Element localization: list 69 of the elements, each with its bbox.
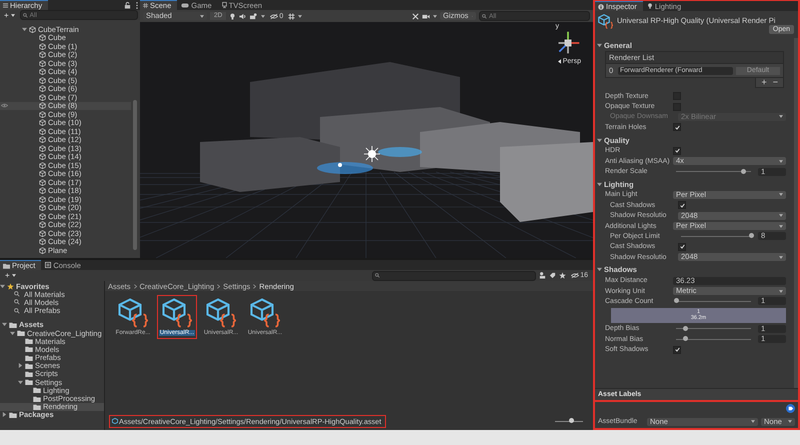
bulb-icon — [646, 3, 653, 9]
add-button[interactable]: + — [3, 271, 18, 280]
checkbox[interactable] — [673, 123, 681, 132]
remove-button[interactable]: − — [772, 78, 778, 87]
info-icon — [598, 4, 604, 10]
search-icon — [22, 12, 28, 18]
expand-arrow-icon[interactable] — [597, 43, 602, 48]
slider-thumb[interactable] — [748, 233, 754, 238]
grid-icon — [143, 3, 148, 8]
search-icon — [14, 291, 20, 298]
expand-arrow-icon[interactable] — [10, 330, 15, 336]
expand-arrow-icon[interactable] — [18, 380, 23, 385]
checkbox[interactable] — [678, 201, 686, 210]
eye-slash-icon — [571, 273, 580, 278]
asset-icon — [118, 298, 148, 328]
slider-thumb[interactable] — [682, 336, 688, 342]
list-icon — [3, 3, 8, 8]
effects-icon[interactable] — [249, 12, 258, 20]
speaker-icon[interactable] — [239, 12, 246, 20]
slider-thumb[interactable] — [674, 298, 678, 304]
folder-icon — [3, 262, 10, 268]
lock-icon[interactable] — [124, 2, 131, 8]
expand-arrow-icon[interactable] — [0, 284, 5, 289]
asset-icon — [162, 298, 192, 328]
star-icon — [7, 282, 14, 290]
eye-slash-icon — [270, 14, 278, 18]
expand-arrow-icon[interactable] — [597, 182, 602, 187]
monitor-icon — [222, 2, 227, 8]
slider-thumb[interactable] — [741, 168, 746, 174]
asset-icon — [206, 298, 236, 328]
filter-type-icon[interactable] — [539, 272, 546, 279]
checkbox[interactable] — [673, 346, 681, 354]
tag-icon[interactable] — [786, 404, 795, 413]
search-icon — [375, 273, 380, 278]
search-field[interactable] — [372, 270, 536, 280]
search-icon — [14, 308, 20, 314]
camera-icon[interactable] — [422, 12, 430, 20]
asset-icon — [112, 418, 118, 424]
expand-arrow-icon[interactable] — [22, 26, 27, 32]
checkbox[interactable] — [678, 242, 686, 251]
asset-icon — [598, 14, 613, 29]
checkbox[interactable] — [673, 146, 681, 155]
gamepad-icon — [181, 2, 190, 8]
arrow-icon — [558, 59, 561, 64]
expand-arrow-icon[interactable] — [2, 412, 7, 418]
tools-icon[interactable] — [412, 12, 419, 20]
chevron-icon — [253, 284, 256, 288]
console-icon — [45, 262, 52, 268]
expand-arrow-icon[interactable] — [2, 322, 7, 328]
expand-arrow-icon[interactable] — [597, 138, 602, 143]
bulb-icon[interactable] — [229, 12, 236, 20]
add-button[interactable]: + — [2, 10, 17, 20]
3d-scene-drawing[interactable] — [140, 22, 593, 258]
expand-arrow-icon[interactable] — [18, 363, 23, 368]
search-icon — [482, 14, 487, 18]
eye-icon[interactable] — [1, 103, 8, 108]
asset-icon — [250, 298, 280, 328]
star-icon[interactable] — [559, 272, 566, 279]
grid-icon[interactable] — [288, 12, 296, 20]
label-icon[interactable] — [549, 272, 556, 279]
search-icon — [14, 299, 20, 306]
cube-icon — [29, 26, 36, 33]
chevron-icon — [217, 284, 220, 288]
slider-thumb[interactable] — [569, 418, 574, 423]
expand-arrow-icon[interactable] — [597, 267, 602, 272]
slider-thumb[interactable] — [682, 326, 688, 331]
add-button[interactable]: + — [761, 78, 767, 87]
chevron-icon — [134, 284, 137, 288]
scrollbar[interactable] — [133, 100, 137, 250]
